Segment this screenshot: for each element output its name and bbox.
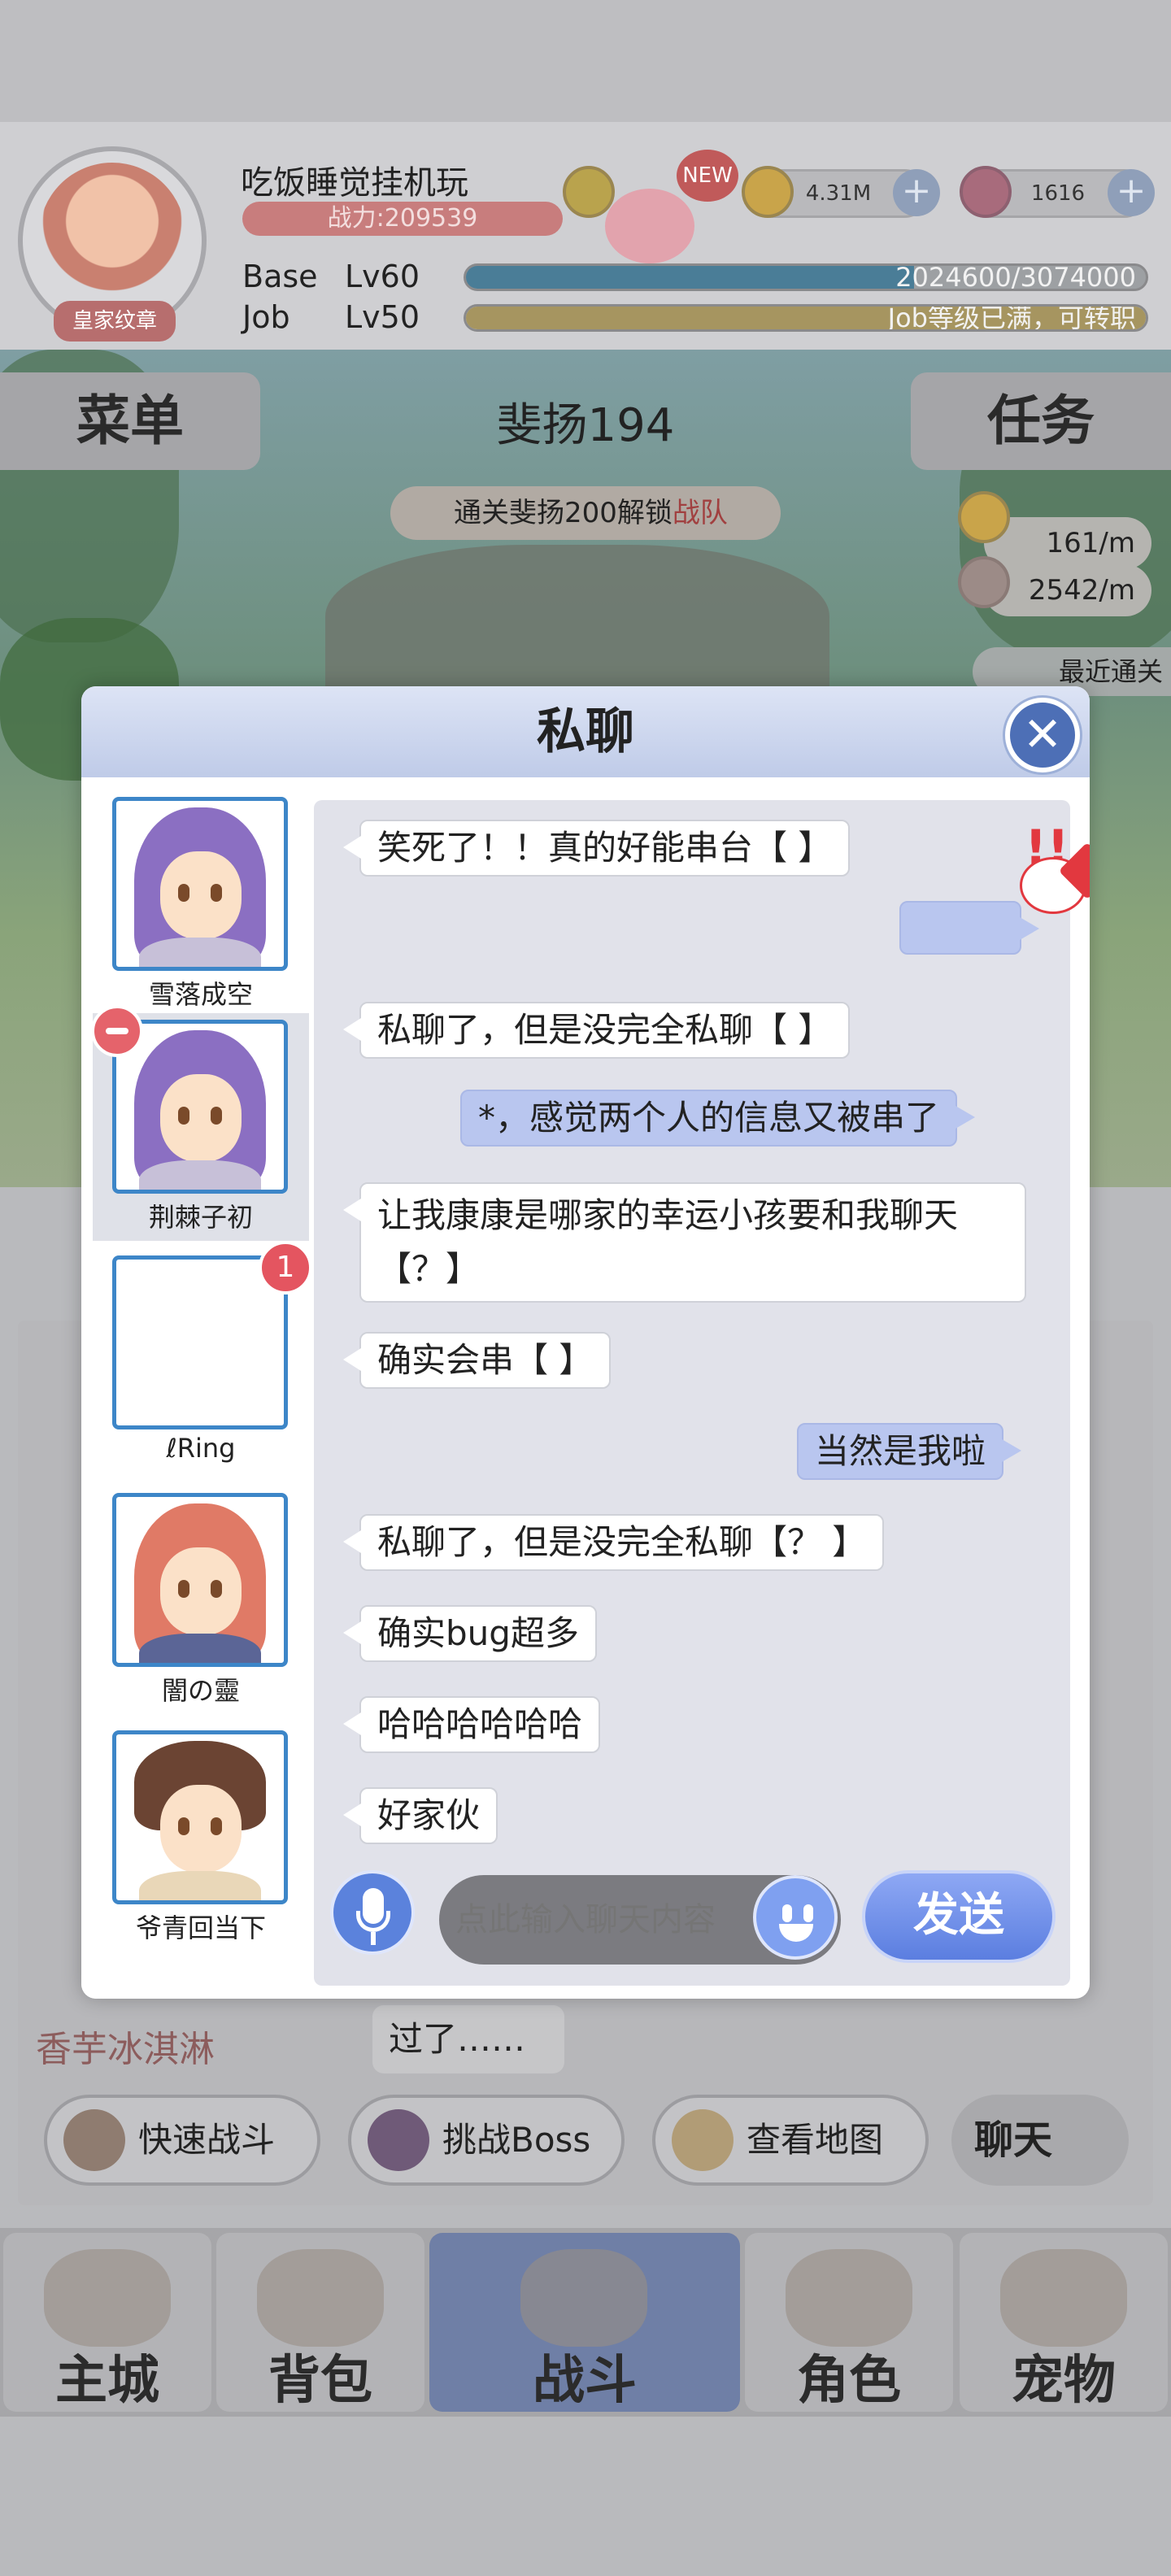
base-exp-text: 2024600/3074000	[895, 263, 1136, 291]
quick-battle-icon	[63, 2109, 125, 2171]
nav-backpack-label: 背包	[268, 2351, 372, 2411]
quick-battle-button[interactable]: 快速战斗	[44, 2095, 320, 2186]
message-sent: 当然是我啦	[797, 1423, 1022, 1480]
tasks-button[interactable]: 任务	[911, 372, 1171, 470]
gem-amount: 1616	[1030, 181, 1086, 206]
nav-main-city-label: 主城	[55, 2351, 159, 2411]
contact-name: ℓRing	[166, 1433, 236, 1464]
message-list[interactable]: 笑死了！！真的好能串台【 】 私聊了，但是没完全私聊【 】 *，感觉两个人的信息…	[314, 800, 1070, 1986]
contact-name: 爷青回当下	[135, 1912, 266, 1943]
job-exp-bar: Job等级已满，可转职	[464, 304, 1148, 332]
backpack-icon	[257, 2249, 384, 2347]
message-received: 确实会串【 】	[342, 1332, 612, 1389]
challenge-boss-label: 挑战Boss	[442, 2120, 591, 2160]
add-zeny-button[interactable]: +	[893, 169, 940, 216]
message-sent-sticker	[899, 901, 1039, 955]
nav-battle-label: 战斗	[533, 2351, 637, 2411]
contact-avatar-empty	[112, 1255, 288, 1429]
microphone-button[interactable]	[330, 1870, 415, 1955]
contact-name: 荆棘子初	[148, 1202, 253, 1233]
message-received: 私聊了，但是没完全私聊【？ 】	[342, 1514, 885, 1571]
stage-title: 斐扬194	[496, 399, 675, 452]
player-name: 吃饭睡觉挂机玩	[241, 164, 468, 202]
remove-contact-icon[interactable]	[91, 1005, 143, 1057]
new-badge: NEW	[677, 150, 738, 202]
pet-icon	[1000, 2249, 1127, 2347]
view-map-label: 查看地图	[747, 2120, 884, 2160]
base-level: Lv60	[345, 259, 420, 294]
exp-rate-text: 2542/m	[1028, 574, 1135, 607]
character-icon	[786, 2249, 912, 2347]
private-chat-dialog: 私聊 ✕ 雪落成空 荆棘子初 1 ℓRing 闇の靈 爷青回当下 笑死了！！真的…	[81, 686, 1090, 1999]
nav-pet[interactable]: 宠物	[960, 2233, 1168, 2412]
nav-battle[interactable]: 战斗	[429, 2233, 740, 2412]
contact-avatar	[112, 1730, 288, 1904]
zeny-shop-icon[interactable]	[563, 166, 615, 218]
chat-log-sender[interactable]: 香芋冰淇淋	[36, 2020, 215, 2072]
boss-icon	[368, 2109, 429, 2171]
zeny-rate: 161/m	[984, 517, 1151, 569]
message-received: 好家伙	[342, 1787, 498, 1844]
message-sent: *，感觉两个人的信息又被串了	[460, 1090, 976, 1147]
chat-input-bar: 发送	[314, 1859, 1070, 1965]
job-exp-text: Job等级已满，可转职	[887, 304, 1136, 332]
job-label: Job	[242, 299, 290, 335]
emoji-button[interactable]	[753, 1875, 838, 1960]
view-map-button[interactable]: 查看地图	[652, 2095, 929, 2186]
message-received: 确实bug超多	[343, 1605, 597, 1662]
message-received: 私聊了，但是没完全私聊【 】	[342, 1002, 851, 1059]
unlock-hint: 通关斐扬200解锁战队	[390, 486, 781, 540]
unlock-team-text: 战队	[672, 497, 728, 529]
challenge-boss-button[interactable]: 挑战Boss	[348, 2095, 625, 2186]
chat-toggle[interactable]: 聊天	[951, 2095, 1129, 2186]
menu-button[interactable]: 菜单	[0, 372, 260, 470]
base-label: Base	[242, 259, 318, 294]
royal-badge: 皇家纹章	[54, 301, 176, 342]
contact-item[interactable]: 爷青回当下	[93, 1724, 309, 1952]
contact-avatar	[112, 1493, 288, 1667]
contact-avatar	[112, 797, 288, 971]
contact-list[interactable]: 雪落成空 荆棘子初 1 ℓRing 闇の靈 爷青回当下	[81, 777, 314, 1999]
player-avatar[interactable]	[39, 163, 185, 309]
send-button[interactable]: 发送	[862, 1870, 1056, 1963]
chat-log-message: 过了……	[372, 2005, 564, 2073]
nav-character-label: 角色	[797, 2351, 901, 2411]
status-bar-area	[0, 0, 1171, 122]
message-received: 哈哈哈哈哈哈	[342, 1696, 601, 1753]
contact-name: 闇の靈	[161, 1675, 240, 1706]
message-received: 让我康康是哪家的幸运小孩要和我聊天【？】	[343, 1182, 1026, 1303]
contact-item[interactable]: 闇の靈	[93, 1486, 309, 1714]
battle-icon	[520, 2249, 647, 2347]
base-exp-bar: 2024600/3074000	[464, 263, 1148, 291]
zeny-amount: 4.31M	[805, 181, 872, 206]
unlock-text: 通关斐扬200解锁	[454, 497, 673, 529]
quick-battle-label: 快速战斗	[138, 2120, 276, 2160]
exp-rate: 2542/m	[984, 564, 1151, 616]
zeny-coin-icon	[742, 166, 794, 218]
nav-character[interactable]: 角色	[745, 2233, 953, 2412]
message-received: 笑死了！！真的好能串台【 】	[342, 820, 851, 877]
job-level: Lv50	[345, 299, 420, 335]
contact-item[interactable]: 雪落成空	[93, 790, 309, 1018]
nav-pet-label: 宠物	[1012, 2351, 1116, 2411]
nav-backpack[interactable]: 背包	[216, 2233, 424, 2412]
zeny-rate-icon	[958, 491, 1010, 543]
contact-item[interactable]: 1 ℓRing	[93, 1241, 312, 1477]
exp-rate-icon	[958, 556, 1010, 608]
poring-event-icon[interactable]	[605, 189, 694, 263]
zeny-rate-text: 161/m	[1046, 527, 1135, 559]
unread-count-badge: 1	[259, 1241, 312, 1295]
gem-icon	[960, 166, 1012, 218]
contact-item-selected[interactable]: 荆棘子初	[91, 1005, 309, 1241]
shocked-poring-sticker-icon: !!	[1020, 820, 1090, 914]
castle-icon	[44, 2249, 171, 2347]
map-scroll-icon	[672, 2109, 734, 2171]
add-gems-button[interactable]: +	[1108, 169, 1155, 216]
close-button[interactable]: ✕	[1005, 698, 1080, 772]
nav-main-city[interactable]: 主城	[3, 2233, 211, 2412]
dialog-title: 私聊	[537, 703, 634, 760]
combat-power: 战力:209539	[242, 202, 563, 236]
